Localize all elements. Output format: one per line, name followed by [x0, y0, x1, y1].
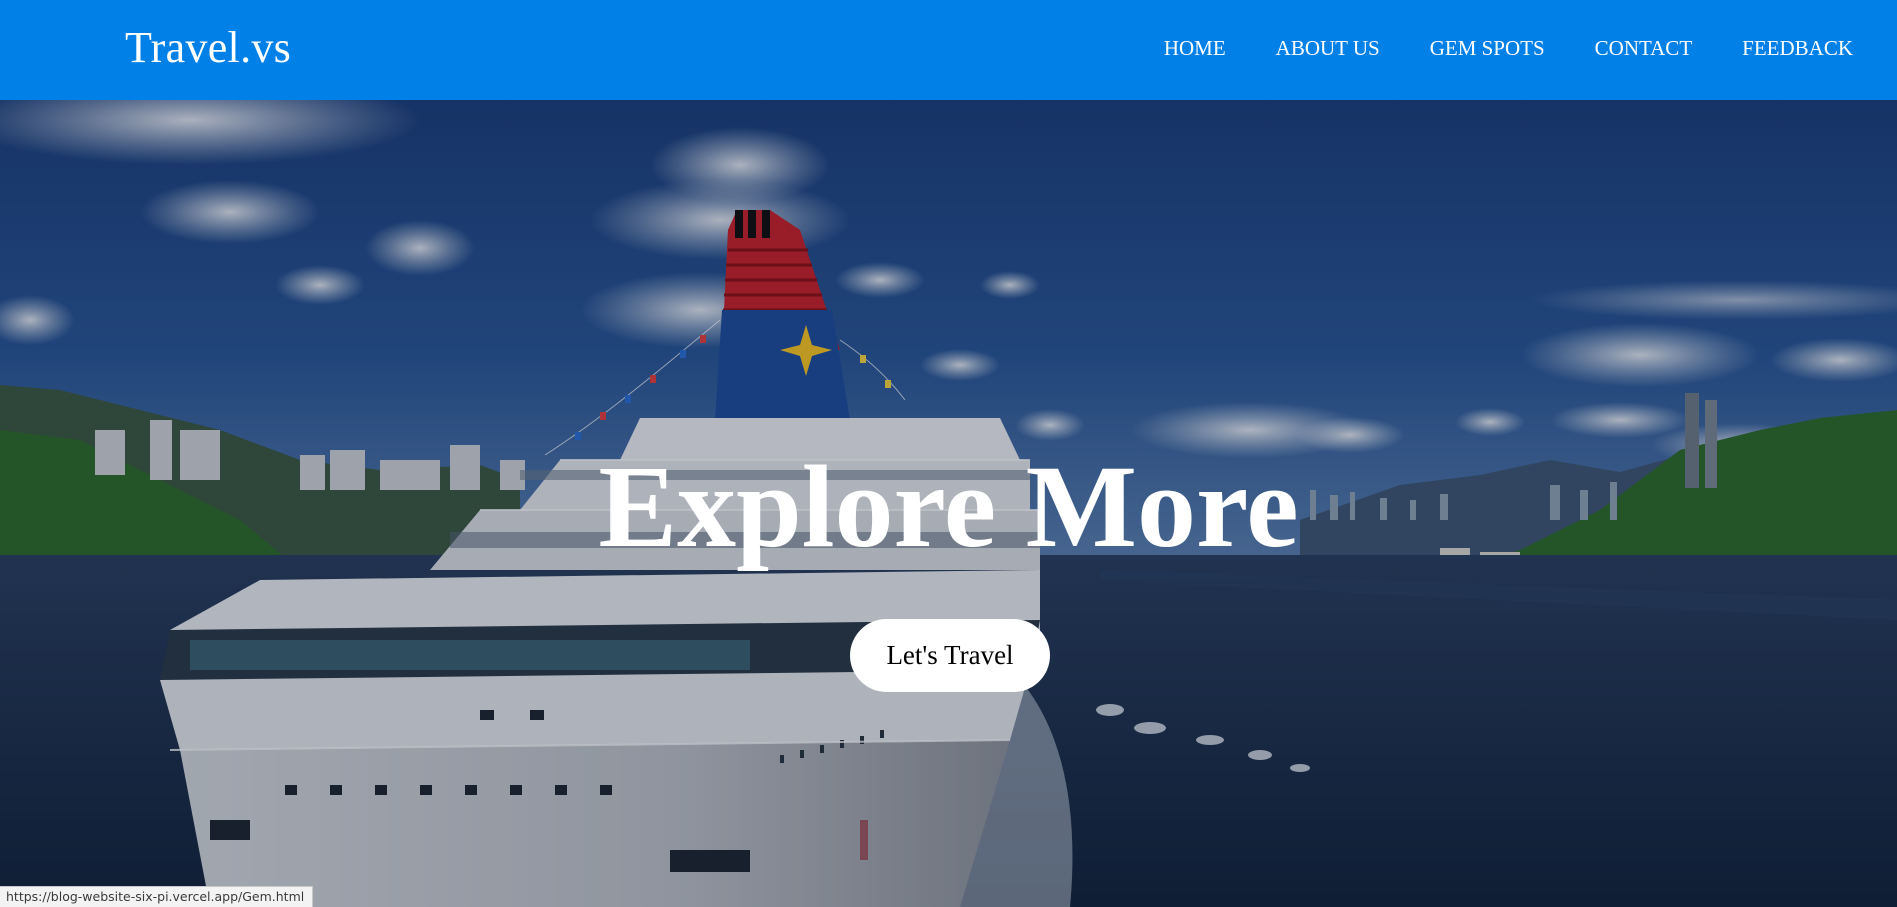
hero-title: Explore More — [598, 441, 1299, 572]
main-nav: HOME ABOUT US GEM SPOTS CONTACT FEEDBACK — [1164, 36, 1853, 61]
top-navbar: Travel.vs HOME ABOUT US GEM SPOTS CONTAC… — [0, 0, 1897, 100]
browser-status-url: https://blog-website-six-pi.vercel.app/G… — [0, 886, 314, 907]
nav-gem-spots-link[interactable]: GEM SPOTS — [1430, 36, 1545, 61]
lets-travel-button[interactable]: Let's Travel — [850, 619, 1050, 692]
nav-contact-link[interactable]: CONTACT — [1595, 36, 1692, 61]
nav-home-link[interactable]: HOME — [1164, 36, 1226, 61]
site-logo[interactable]: Travel.vs — [125, 22, 291, 73]
nav-feedback-link[interactable]: FEEDBACK — [1742, 36, 1853, 61]
nav-about-us-link[interactable]: ABOUT US — [1276, 36, 1380, 61]
hero-section: Explore More Let's Travel — [0, 100, 1897, 907]
